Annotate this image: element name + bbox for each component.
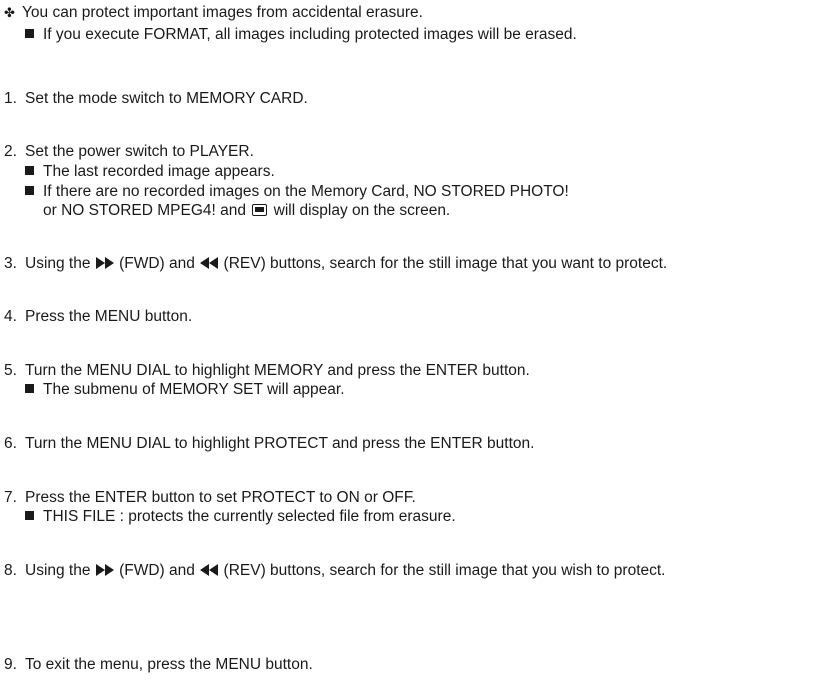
square-bullet-icon xyxy=(25,166,34,175)
step-6: 6. Turn the MENU DIAL to highlight PROTEC… xyxy=(4,435,535,452)
step-3: 3. Using the (FWD) and (REV) buttons, sea… xyxy=(4,255,668,272)
step-4: 4. Press the MENU button. xyxy=(4,308,193,325)
step-9: 9. To exit the menu, press the MENU butto… xyxy=(4,656,313,673)
rewind-icon xyxy=(200,257,219,269)
step-2: 2. Set the power switch to PLAYER. xyxy=(4,143,254,160)
square-bullet-icon xyxy=(25,29,34,38)
square-bullet-icon xyxy=(25,186,34,195)
step-1: 1. Set the mode switch to MEMORY CARD. xyxy=(4,90,308,107)
square-bullet-icon xyxy=(25,384,34,393)
step-5-note: The submenu of MEMORY SET will appear. xyxy=(25,380,345,400)
step-7: 7. Press the ENTER button to set PROTECT … xyxy=(4,489,416,506)
rewind-icon xyxy=(200,564,219,576)
intro-note: If you execute FORMAT, all images includ… xyxy=(25,25,577,45)
step-2-note-2: If there are no recorded images on the M… xyxy=(25,182,569,202)
diamond-bullet-icon: ✤ xyxy=(4,5,15,20)
step-2-note-1: The last recorded image appears. xyxy=(25,162,275,182)
step-2-note-2-continued: or NO STORED MPEG4! and will display on … xyxy=(43,202,451,219)
step-5: 5. Turn the MENU DIAL to highlight MEMORY… xyxy=(4,362,530,379)
square-bullet-icon xyxy=(25,511,34,520)
step-7-note: THIS FILE : protects the currently selec… xyxy=(25,507,456,527)
intro-bullet: ✤ You can protect important images from a… xyxy=(4,4,423,21)
fast-forward-icon xyxy=(95,257,114,269)
memory-card-icon xyxy=(252,204,268,216)
step-8: 8. Using the (FWD) and (REV) buttons, sea… xyxy=(4,562,666,579)
fast-forward-icon xyxy=(95,564,114,576)
